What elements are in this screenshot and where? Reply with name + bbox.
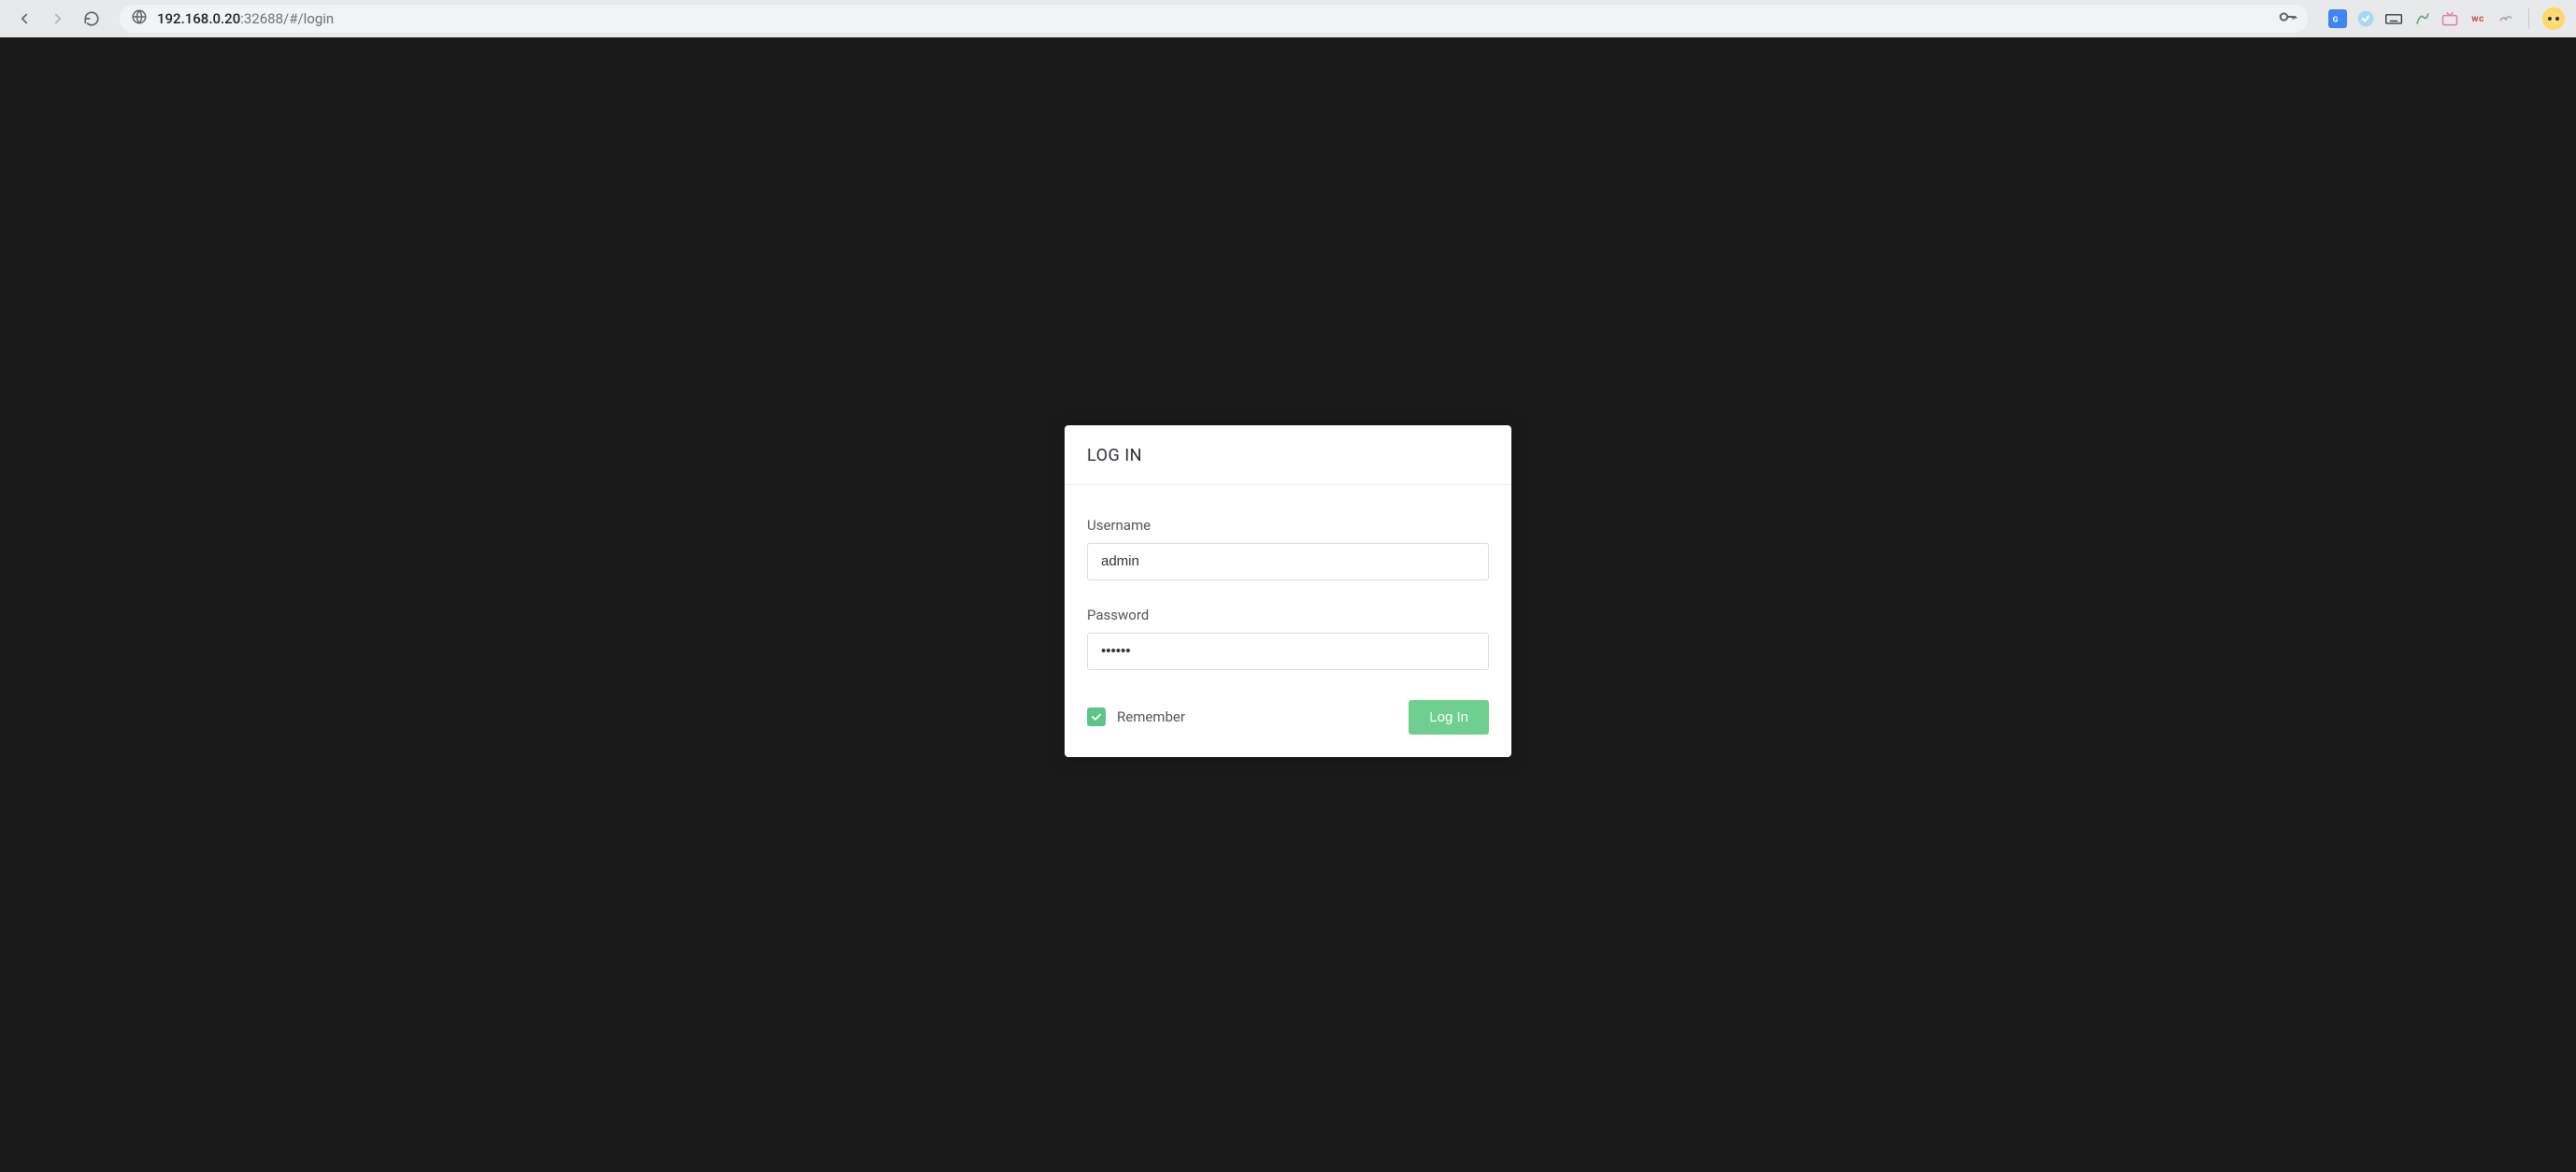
- username-input[interactable]: [1087, 543, 1489, 580]
- login-button[interactable]: Log In: [1409, 700, 1489, 735]
- tv-extension-icon[interactable]: [2440, 9, 2459, 28]
- password-input[interactable]: [1087, 633, 1489, 670]
- url-host: 192.168.0.20: [157, 10, 240, 27]
- login-header: LOG IN: [1065, 425, 1511, 485]
- login-footer: Remember Log In: [1087, 700, 1489, 735]
- forward-button[interactable]: [45, 6, 71, 32]
- login-title: LOG IN: [1087, 446, 1489, 465]
- password-label: Password: [1087, 607, 1489, 623]
- login-body: Username Password Remember Log In: [1065, 485, 1511, 757]
- login-card: LOG IN Username Password Remember Log In: [1065, 425, 1511, 757]
- key-icon[interactable]: [2278, 7, 2298, 31]
- translate-extension-icon[interactable]: G: [2328, 9, 2347, 28]
- page-content: LOG IN Username Password Remember Log In: [0, 37, 2576, 1172]
- leaf-extension-icon[interactable]: [2412, 9, 2431, 28]
- svg-text:G: G: [2333, 15, 2339, 24]
- remember-checkbox[interactable]: [1087, 707, 1106, 726]
- username-field-group: Username: [1087, 517, 1489, 580]
- password-field-group: Password: [1087, 607, 1489, 670]
- address-bar[interactable]: 192.168.0.20:32688/#/login: [120, 5, 2308, 33]
- remember-label: Remember: [1117, 708, 1185, 725]
- blue-check-extension-icon[interactable]: [2356, 9, 2375, 28]
- wc-extension-icon[interactable]: wc: [2469, 9, 2487, 28]
- extensions-tray: G wc: [2328, 7, 2565, 30]
- remember-toggle[interactable]: Remember: [1087, 707, 1185, 726]
- profile-avatar[interactable]: [2542, 7, 2565, 30]
- site-info-icon[interactable]: [131, 8, 148, 29]
- keyboard-extension-icon[interactable]: [2384, 9, 2403, 28]
- toolbar-separator: [2528, 8, 2529, 29]
- reload-button[interactable]: [79, 6, 105, 32]
- swirl-extension-icon[interactable]: [2497, 9, 2515, 28]
- url-path: :32688/#/login: [240, 10, 334, 27]
- browser-toolbar: 192.168.0.20:32688/#/login G wc: [0, 0, 2576, 37]
- back-button[interactable]: [11, 6, 37, 32]
- url-text: 192.168.0.20:32688/#/login: [157, 10, 334, 27]
- username-label: Username: [1087, 517, 1489, 534]
